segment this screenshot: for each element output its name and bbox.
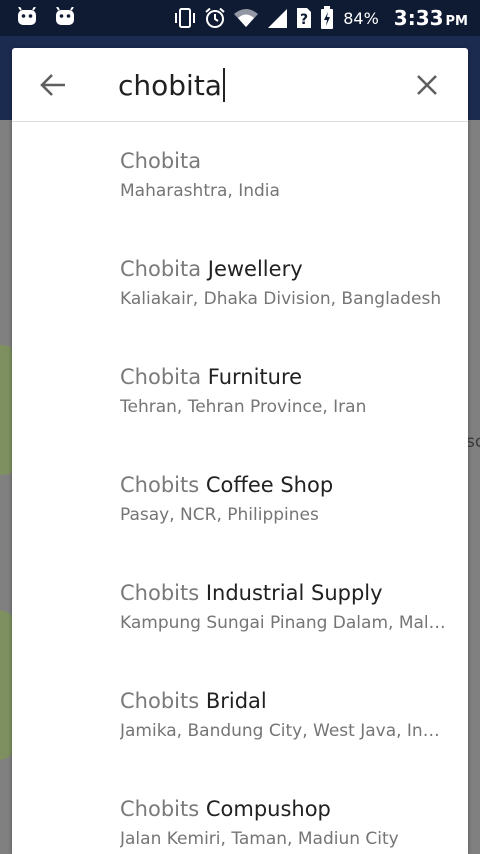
alarm-icon: [205, 7, 225, 28]
suggestion-rest-text: Bridal: [199, 689, 267, 713]
vibrate-icon: [175, 8, 196, 28]
suggestion-item[interactable]: Chobita Furniture Tehran, Tehran Provinc…: [120, 364, 450, 454]
back-button[interactable]: [38, 70, 68, 100]
suggestion-match-text: Chobita: [120, 149, 202, 173]
clear-search-button[interactable]: [414, 72, 440, 98]
close-icon: [417, 75, 437, 95]
suggestion-item[interactable]: Chobits Coffee Shop Pasay, NCR, Philippi…: [120, 472, 450, 562]
suggestion-item[interactable]: Chobits Industrial Supply Kampung Sungai…: [120, 580, 450, 670]
wifi-icon: [234, 9, 259, 27]
unknown-sim-icon: ?: [297, 8, 312, 28]
suggestion-title: Chobits Bridal: [120, 688, 450, 714]
suggestion-item[interactable]: Chobits Bridal Jamika, Bandung City, Wes…: [120, 688, 450, 778]
suggestion-subtitle: Kampung Sungai Pinang Dalam, Malaysia: [120, 613, 450, 633]
suggestion-subtitle: Pasay, NCR, Philippines: [120, 505, 319, 525]
suggestion-subtitle: Kaliakair, Dhaka Division, Bangladesh: [120, 289, 442, 309]
signal-icon: [268, 9, 288, 28]
clock-time-value: 3:33: [393, 6, 444, 30]
android-robot-icon: [56, 7, 74, 25]
clock-time-suffix: PM: [445, 14, 468, 29]
suggestion-rest-text: Coffee Shop: [199, 473, 334, 497]
suggestion-match-text: Chobits: [120, 689, 200, 713]
suggestion-match-text: Chobits: [120, 473, 200, 497]
suggestion-title: Chobita Furniture: [120, 364, 450, 390]
suggestion-item[interactable]: Chobita Jewellery Kaliakair, Dhaka Divis…: [120, 256, 450, 346]
svg-text:?: ?: [300, 12, 308, 28]
suggestion-subtitle: Jamika, Bandung City, West Java, Indones…: [120, 721, 450, 741]
suggestion-item[interactable]: Chobits Compushop Jalan Kemiri, Taman, M…: [120, 796, 450, 854]
suggestion-match-text: Chobita: [120, 257, 202, 281]
suggestion-rest-text: Industrial Supply: [199, 581, 383, 605]
suggestion-rest-text: Furniture: [201, 365, 303, 389]
text-cursor: [222, 68, 225, 102]
search-panel: chobita Chobita Maharashtra, India Chobi…: [12, 48, 468, 854]
suggestion-title: Chobita Jewellery: [120, 256, 450, 282]
suggestion-title: Chobita: [120, 148, 450, 174]
suggestion-item[interactable]: Chobita Maharashtra, India: [120, 148, 450, 238]
suggestion-match-text: Chobits: [120, 797, 200, 821]
status-bar: ? 84% 3:33 PM: [0, 0, 480, 36]
suggestion-title: Chobits Coffee Shop: [120, 472, 450, 498]
suggestion-rest-text: Jewellery: [201, 257, 303, 281]
map-label: sc: [466, 432, 480, 452]
suggestion-rest-text: Compushop: [199, 797, 331, 821]
suggestion-subtitle: Tehran, Tehran Province, Iran: [120, 397, 367, 417]
arrow-back-icon: [40, 74, 65, 96]
battery-charging-icon: [321, 6, 334, 29]
search-query: chobita: [118, 68, 222, 102]
suggestion-title: Chobits Compushop: [120, 796, 450, 822]
battery-percentage: 84%: [343, 8, 379, 28]
clock-time: 3:33 PM: [394, 6, 468, 30]
suggestion-match-text: Chobits: [120, 581, 200, 605]
suggestion-title: Chobits Industrial Supply: [120, 580, 450, 606]
suggestion-subtitle: Maharashtra, India: [120, 181, 280, 201]
android-robot-icon: [18, 7, 36, 25]
search-input[interactable]: chobita: [118, 62, 388, 108]
search-bar: chobita: [12, 48, 468, 122]
suggestion-match-text: Chobita: [120, 365, 202, 389]
suggestion-subtitle: Jalan Kemiri, Taman, Madiun City: [120, 829, 399, 849]
